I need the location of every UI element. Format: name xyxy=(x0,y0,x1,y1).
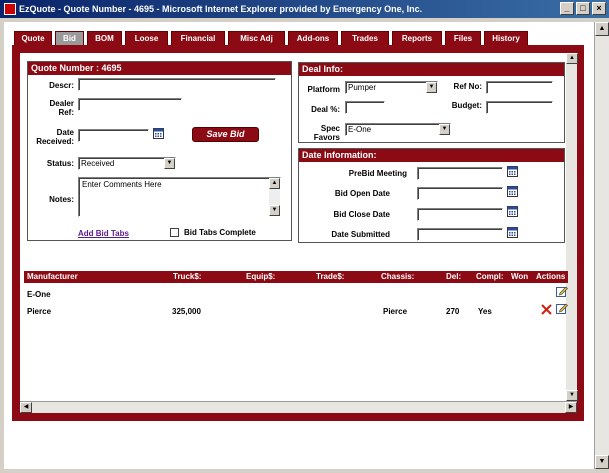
edit-icon[interactable] xyxy=(556,302,568,314)
spec-favors-value: E-One xyxy=(348,125,372,134)
inner-scroll-right-icon[interactable]: ▶ xyxy=(565,402,577,413)
maximize-button[interactable]: □ xyxy=(576,2,590,15)
tab-quote[interactable]: Quote xyxy=(14,31,52,45)
calendar-icon[interactable] xyxy=(153,128,164,139)
calendar-icon[interactable] xyxy=(507,186,518,197)
inner-vertical-scrollbar[interactable]: ▲ ▼ xyxy=(566,53,578,401)
row-2-chassis: Pierce xyxy=(383,307,408,316)
col-equip: Equip$: xyxy=(246,272,276,281)
tab-bid[interactable]: Bid xyxy=(55,31,84,45)
notes-scroll-down-icon[interactable]: ▼ xyxy=(269,205,280,216)
budget-label: Budget: xyxy=(451,101,482,110)
notes-text: Enter Comments Here xyxy=(82,180,162,189)
calendar-icon[interactable] xyxy=(507,166,518,177)
tab-bom[interactable]: BOM xyxy=(87,31,122,45)
notes-scrollbar[interactable]: ▲ ▼ xyxy=(269,178,280,216)
scroll-up-icon[interactable]: ▲ xyxy=(595,22,609,36)
date-info-title: Date Information: xyxy=(299,149,564,162)
tab-misc-adj[interactable]: Misc Adj xyxy=(228,31,285,45)
col-won: Won xyxy=(511,272,529,281)
notes-scroll-up-icon[interactable]: ▲ xyxy=(269,178,280,189)
descr-input[interactable] xyxy=(78,78,276,91)
chevron-down-icon[interactable]: ▼ xyxy=(426,82,437,93)
date-received-input[interactable] xyxy=(78,129,149,142)
inner-scroll-up-icon[interactable]: ▲ xyxy=(566,53,578,64)
ref-no-label: Ref No: xyxy=(453,82,482,91)
bid-open-date-input[interactable] xyxy=(417,187,503,200)
deal-info-title: Deal Info: xyxy=(299,63,564,76)
date-received-label-1: Date xyxy=(56,128,74,137)
platform-select[interactable]: Pumper ▼ xyxy=(345,81,438,94)
col-actions: Actions xyxy=(536,272,566,281)
add-bid-tabs-link[interactable]: Add Bid Tabs xyxy=(78,229,129,238)
prebid-meeting-label: PreBid Meeting xyxy=(348,169,407,178)
bid-close-date-input[interactable] xyxy=(417,208,503,221)
window-title: EzQuote - Quote Number - 4695 - Microsof… xyxy=(19,4,423,14)
tab-loose[interactable]: Loose xyxy=(125,31,168,45)
row-2-del: 270 xyxy=(446,307,460,316)
spec-favors-label-2: Favors xyxy=(313,133,340,142)
close-button[interactable]: × xyxy=(592,2,606,15)
bid-close-date-label: Bid Close Date xyxy=(333,210,390,219)
col-trade: Trade$: xyxy=(316,272,345,281)
dealer-ref-input[interactable] xyxy=(78,98,182,111)
tab-history[interactable]: History xyxy=(484,31,528,45)
spec-favors-label-1: Spec xyxy=(320,124,340,133)
col-chassis: Chassis: xyxy=(381,272,415,281)
row-2-compl: Yes xyxy=(478,307,492,316)
date-submitted-label: Date Submitted xyxy=(331,230,390,239)
delete-icon[interactable] xyxy=(541,304,552,315)
bid-open-date-label: Bid Open Date xyxy=(334,189,390,198)
date-received-label-2: Received: xyxy=(36,137,74,146)
prebid-meeting-input[interactable] xyxy=(417,167,503,180)
budget-input[interactable] xyxy=(486,101,553,114)
tab-files[interactable]: Files xyxy=(445,31,481,45)
tab-reports[interactable]: Reports xyxy=(392,31,442,45)
col-truck: Truck$: xyxy=(173,272,202,281)
chevron-down-icon[interactable]: ▼ xyxy=(164,158,175,169)
chevron-down-icon[interactable]: ▼ xyxy=(439,124,450,135)
platform-label: Platform xyxy=(307,85,340,94)
row-2-truck: 325,000 xyxy=(172,307,201,316)
window-title-bar: EzQuote - Quote Number - 4695 - Microsof… xyxy=(0,0,609,18)
bid-tabs-complete-checkbox[interactable] xyxy=(170,228,179,237)
notes-textarea[interactable]: Enter Comments Here ▲ ▼ xyxy=(78,177,281,217)
descr-label: Descr: xyxy=(49,81,74,90)
minimize-button[interactable]: _ xyxy=(560,2,574,15)
col-del: Del: xyxy=(446,272,462,281)
save-bid-button[interactable]: Save Bid xyxy=(192,127,259,142)
browser-scrollbar[interactable]: ▲ ▼ xyxy=(594,22,609,469)
tab-financial[interactable]: Financial xyxy=(171,31,225,45)
tab-trades[interactable]: Trades xyxy=(341,31,389,45)
inner-scroll-down-icon[interactable]: ▼ xyxy=(566,390,578,401)
inner-scroll-left-icon[interactable]: ◀ xyxy=(20,402,32,413)
bid-tabs-complete-label: Bid Tabs Complete xyxy=(184,228,256,237)
deal-pct-input[interactable] xyxy=(345,101,385,114)
platform-value: Pumper xyxy=(348,83,377,92)
col-compl: Compl: xyxy=(476,272,504,281)
date-submitted-input[interactable] xyxy=(417,228,503,241)
app-icon xyxy=(4,3,16,15)
row-1-manufacturer: E-One xyxy=(27,290,51,299)
status-select[interactable]: Received ▼ xyxy=(78,157,176,170)
edit-icon[interactable] xyxy=(556,285,568,297)
deal-pct-label: Deal %: xyxy=(311,105,340,114)
row-2-manufacturer: Pierce xyxy=(27,307,52,316)
dealer-ref-label-2: Ref: xyxy=(58,108,74,117)
quote-panel-title: Quote Number : 4695 xyxy=(28,62,291,75)
col-manufacturer: Manufacturer xyxy=(27,272,78,281)
ref-no-input[interactable] xyxy=(486,81,553,94)
dealer-ref-label-1: Dealer xyxy=(49,99,74,108)
inner-horizontal-scrollbar[interactable]: ◀ ▶ xyxy=(20,401,577,413)
notes-label: Notes: xyxy=(49,195,74,204)
status-label: Status: xyxy=(46,159,74,168)
status-value: Received xyxy=(81,159,115,168)
tab-add-ons[interactable]: Add-ons xyxy=(288,31,338,45)
calendar-icon[interactable] xyxy=(507,227,518,238)
bid-table-header: Manufacturer Truck$: Equip$: Trade$: Cha… xyxy=(24,271,568,283)
scroll-down-icon[interactable]: ▼ xyxy=(595,455,609,469)
tab-bar: Quote Bid BOM Loose Financial Misc Adj A… xyxy=(14,31,528,45)
calendar-icon[interactable] xyxy=(507,206,518,217)
spec-favors-select[interactable]: E-One ▼ xyxy=(345,123,451,136)
